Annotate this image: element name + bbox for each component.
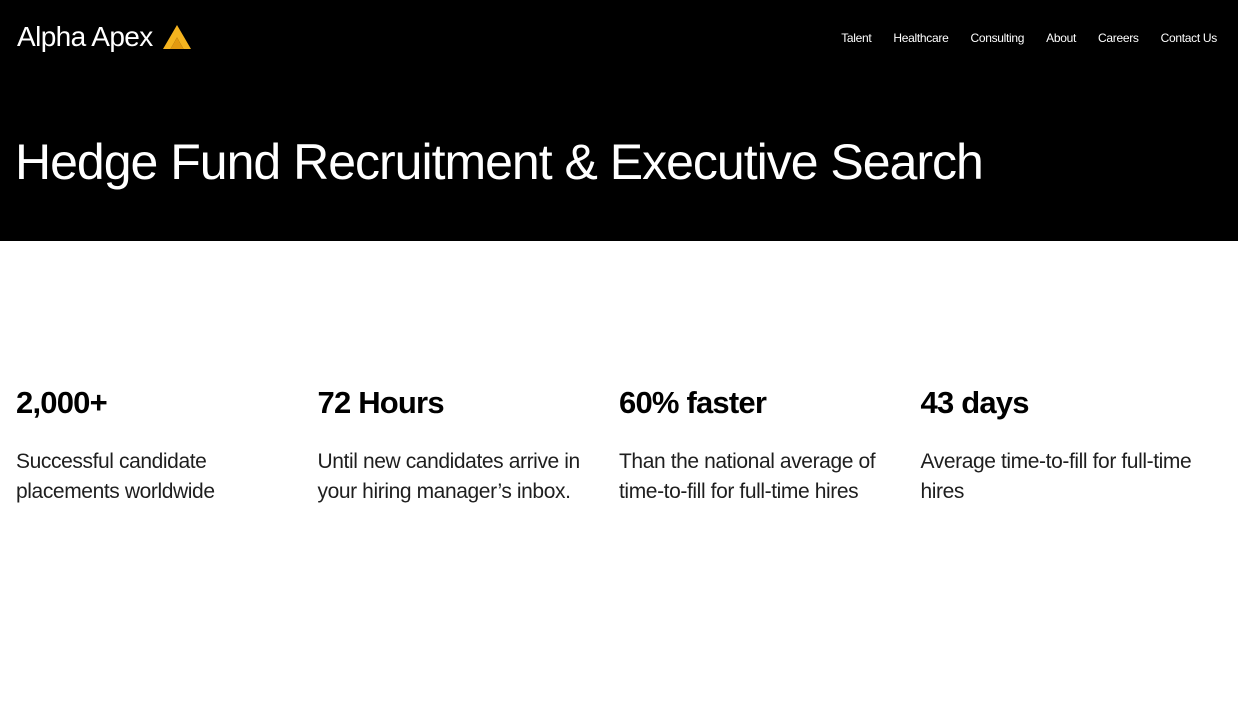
brand-home-link[interactable]: Alpha Apex (17, 20, 192, 54)
hero-header: Alpha Apex Talent Healthcare Consulting … (0, 0, 1238, 241)
stat-description: Than the national average of time-to-fil… (619, 450, 876, 503)
nav-item-healthcare[interactable]: Healthcare (893, 30, 948, 46)
stat-description: Successful candidate placements worldwid… (16, 450, 215, 503)
logo-icon (162, 25, 191, 49)
stat-description: Average time-to-fill for full-time hires (920, 450, 1192, 503)
stat-value: 2,000+ (16, 385, 108, 420)
stat-turnaround: 72 Hours Until new candidates arrive in … (318, 383, 620, 507)
nav-item-consulting[interactable]: Consulting (970, 30, 1024, 46)
main-nav: Talent Healthcare Consulting About Caree… (819, 30, 1217, 46)
stats-section: 2,000+ Successful candidate placements w… (16, 383, 1222, 507)
stat-time-to-fill: 43 days Average time-to-fill for full-ti… (921, 383, 1223, 507)
nav-item-talent[interactable]: Talent (841, 30, 872, 46)
page-title: Hedge Fund Recruitment & Executive Searc… (15, 134, 984, 190)
nav-item-about[interactable]: About (1046, 30, 1076, 46)
brand-name: Alpha Apex (17, 21, 153, 52)
stat-placements: 2,000+ Successful candidate placements w… (16, 383, 318, 507)
stat-description: Until new candidates arrive in your hiri… (317, 450, 581, 503)
nav-item-contact-us[interactable]: Contact Us (1161, 30, 1218, 46)
stat-value: 43 days (920, 385, 1030, 420)
nav-item-careers[interactable]: Careers (1098, 30, 1139, 46)
stat-speed: 60% faster Than the national average of … (619, 383, 921, 507)
stat-value: 60% faster (619, 385, 767, 420)
stat-value: 72 Hours (317, 385, 445, 420)
